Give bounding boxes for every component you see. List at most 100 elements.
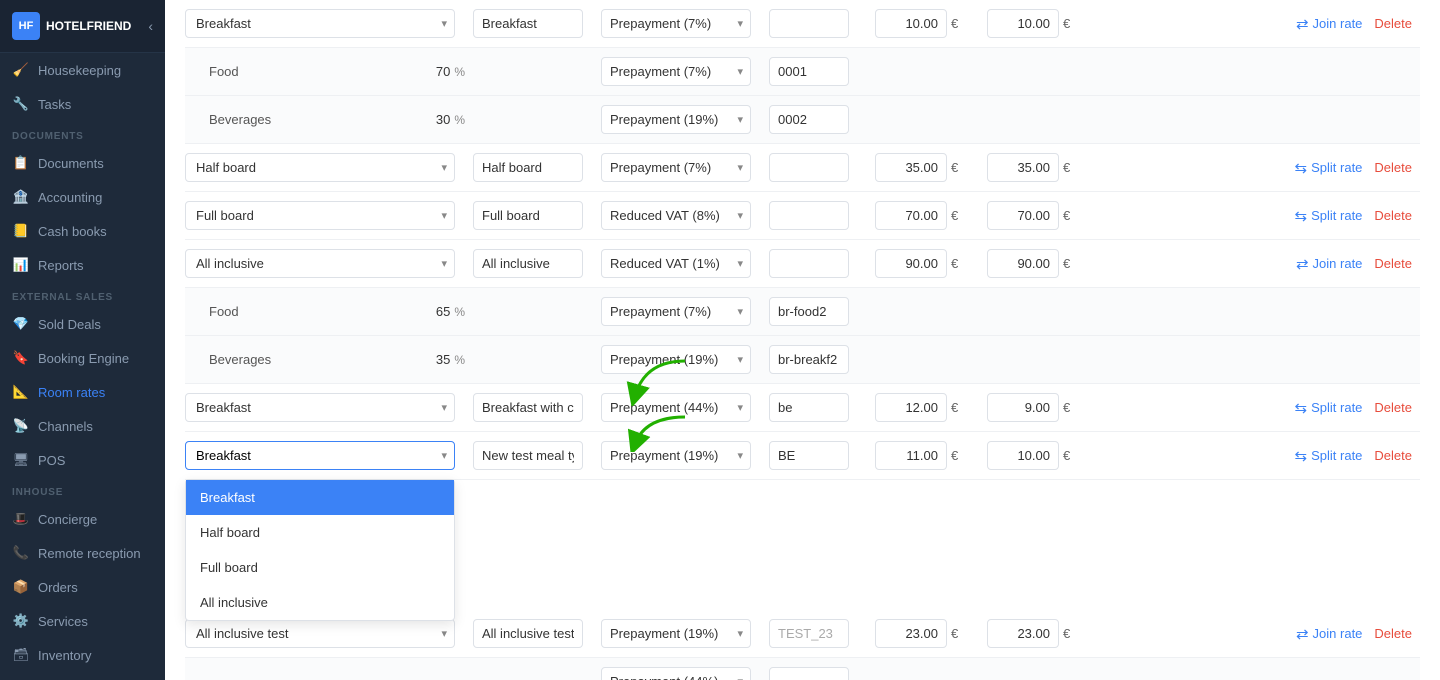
sidebar-item-label-reports: Reports <box>38 258 84 273</box>
sidebar-item-orders[interactable]: 📦Orders <box>0 570 165 604</box>
sidebar-item-label-documents: Documents <box>38 156 104 171</box>
join-rate-button[interactable]: ⇄ Join rate <box>1296 255 1362 273</box>
actions-col: ⇆ Split rate Delete <box>1083 207 1420 225</box>
price2-input[interactable] <box>987 9 1059 38</box>
split-rate-button[interactable]: ⇆ Split rate <box>1295 207 1363 225</box>
price1-input[interactable] <box>875 249 947 278</box>
vat-select[interactable]: Prepayment (19%) <box>601 105 751 134</box>
split-rate-button[interactable]: ⇆ Split rate <box>1295 447 1363 465</box>
delete-button[interactable]: Delete <box>1374 626 1412 641</box>
price1-input[interactable] <box>875 619 947 648</box>
sidebar-item-documents[interactable]: 📋Documents <box>0 146 165 180</box>
vat-select[interactable]: Prepayment (7%) <box>601 9 751 38</box>
name-input[interactable] <box>473 153 583 182</box>
dropdown-item-fullboard[interactable]: Full board <box>186 550 454 585</box>
price2-input[interactable] <box>987 393 1059 422</box>
delete-button[interactable]: Delete <box>1374 256 1412 271</box>
delete-button[interactable]: Delete <box>1374 208 1412 223</box>
code-input[interactable] <box>769 345 849 374</box>
meal-type-select[interactable]: Full boardBreakfastHalf boardAll inclusi… <box>185 201 455 230</box>
name-input[interactable] <box>473 249 583 278</box>
code-input[interactable] <box>769 667 849 680</box>
sidebar-item-booking-engine[interactable]: 🔖Booking Engine <box>0 341 165 375</box>
sub-num: 30 <box>410 112 450 127</box>
sidebar-item-room-rates[interactable]: 📐Room rates <box>0 375 165 409</box>
code-input[interactable] <box>769 201 849 230</box>
sidebar-item-reports[interactable]: 📊Reports <box>0 248 165 282</box>
sidebar-item-communications[interactable]: 💬Communications <box>0 672 165 680</box>
split-rate-button[interactable]: ⇆ Split rate <box>1295 399 1363 417</box>
code-input[interactable] <box>769 297 849 326</box>
code-input[interactable] <box>769 153 849 182</box>
code-input[interactable] <box>769 441 849 470</box>
code-input[interactable] <box>769 619 849 648</box>
name-input[interactable] <box>473 393 583 422</box>
sidebar-item-label-room-rates: Room rates <box>38 385 105 400</box>
price1-input[interactable] <box>875 153 947 182</box>
meal-type-col: Half boardBreakfastFull boardAll inclusi… <box>185 153 465 182</box>
delete-button[interactable]: Delete <box>1374 448 1412 463</box>
price2-col <box>979 619 1059 648</box>
price1-col <box>867 249 947 278</box>
vat-select[interactable]: Prepayment (44%) <box>601 667 751 680</box>
vat-select[interactable]: Prepayment (19%) <box>601 441 751 470</box>
name-input[interactable] <box>473 201 583 230</box>
dropdown-item-allinclusive[interactable]: All inclusive <box>186 585 454 620</box>
currency2: € <box>1063 208 1083 223</box>
meal-type-display[interactable]: Breakfast <box>185 441 455 470</box>
sidebar-item-sold-deals[interactable]: 💎Sold Deals <box>0 307 165 341</box>
dropdown-item-breakfast[interactable]: Breakfast <box>186 480 454 515</box>
sidebar-item-inventory[interactable]: 🗃Inventory <box>0 638 165 672</box>
split-rate-button[interactable]: ⇆ Split rate <box>1295 159 1363 177</box>
code-input[interactable] <box>769 57 849 86</box>
sidebar-collapse-button[interactable]: ‹ <box>148 18 153 34</box>
vat-select[interactable]: Prepayment (7%) <box>601 153 751 182</box>
orders-icon: 📦 <box>12 579 30 595</box>
meal-type-select[interactable]: All inclusive testBreakfastHalf boardFul… <box>185 619 455 648</box>
meal-type-select[interactable]: All inclusiveBreakfastHalf boardFull boa… <box>185 249 455 278</box>
vat-select[interactable]: Reduced VAT (1%) <box>601 249 751 278</box>
sidebar-item-cash-books[interactable]: 📒Cash books <box>0 214 165 248</box>
sub-num: 70 <box>410 64 450 79</box>
sidebar-item-tasks[interactable]: 🔧Tasks <box>0 87 165 121</box>
name-input[interactable] <box>473 9 583 38</box>
code-input[interactable] <box>769 9 849 38</box>
price2-input[interactable] <box>987 249 1059 278</box>
price1-input[interactable] <box>875 201 947 230</box>
join-rate-button[interactable]: ⇄ Join rate <box>1296 15 1362 33</box>
price2-input[interactable] <box>987 619 1059 648</box>
price1-input[interactable] <box>875 393 947 422</box>
vat-select[interactable]: Prepayment (19%) <box>601 345 751 374</box>
vat-select[interactable]: Prepayment (7%) <box>601 297 751 326</box>
join-rate-button[interactable]: ⇄ Join rate <box>1296 625 1362 643</box>
price1-input[interactable] <box>875 441 947 470</box>
price1-input[interactable] <box>875 9 947 38</box>
delete-button[interactable]: Delete <box>1374 160 1412 175</box>
delete-button[interactable]: Delete <box>1374 16 1412 31</box>
name-input[interactable] <box>473 619 583 648</box>
sidebar-item-remote-reception[interactable]: 📞Remote reception <box>0 536 165 570</box>
sidebar-item-accounting[interactable]: 🏦Accounting <box>0 180 165 214</box>
sidebar-item-channels[interactable]: 📡Channels <box>0 409 165 443</box>
vat-select[interactable]: Prepayment (44%) <box>601 393 751 422</box>
meal-type-select[interactable]: BreakfastHalf boardFull boardAll inclusi… <box>185 393 455 422</box>
code-input[interactable] <box>769 393 849 422</box>
sidebar-item-services[interactable]: ⚙️Services <box>0 604 165 638</box>
name-input[interactable] <box>473 441 583 470</box>
vat-select[interactable]: Prepayment (7%) <box>601 57 751 86</box>
price2-input[interactable] <box>987 201 1059 230</box>
dropdown-item-halfboard[interactable]: Half board <box>186 515 454 550</box>
price2-input[interactable] <box>987 441 1059 470</box>
vat-select[interactable]: Prepayment (19%) <box>601 619 751 648</box>
vat-select[interactable]: Reduced VAT (8%) <box>601 201 751 230</box>
actions-col: ⇄ Join rate Delete <box>1083 625 1420 643</box>
meal-type-select[interactable]: Half boardBreakfastFull boardAll inclusi… <box>185 153 455 182</box>
code-input[interactable] <box>769 105 849 134</box>
sidebar-item-concierge[interactable]: 🎩Concierge <box>0 502 165 536</box>
sidebar-item-pos[interactable]: 🖥POS <box>0 443 165 477</box>
sidebar-item-housekeeping[interactable]: 🧹Housekeeping <box>0 53 165 87</box>
price2-input[interactable] <box>987 153 1059 182</box>
code-input[interactable] <box>769 249 849 278</box>
meal-type-select[interactable]: BreakfastHalf boardFull boardAll inclusi… <box>185 9 455 38</box>
delete-button[interactable]: Delete <box>1374 400 1412 415</box>
